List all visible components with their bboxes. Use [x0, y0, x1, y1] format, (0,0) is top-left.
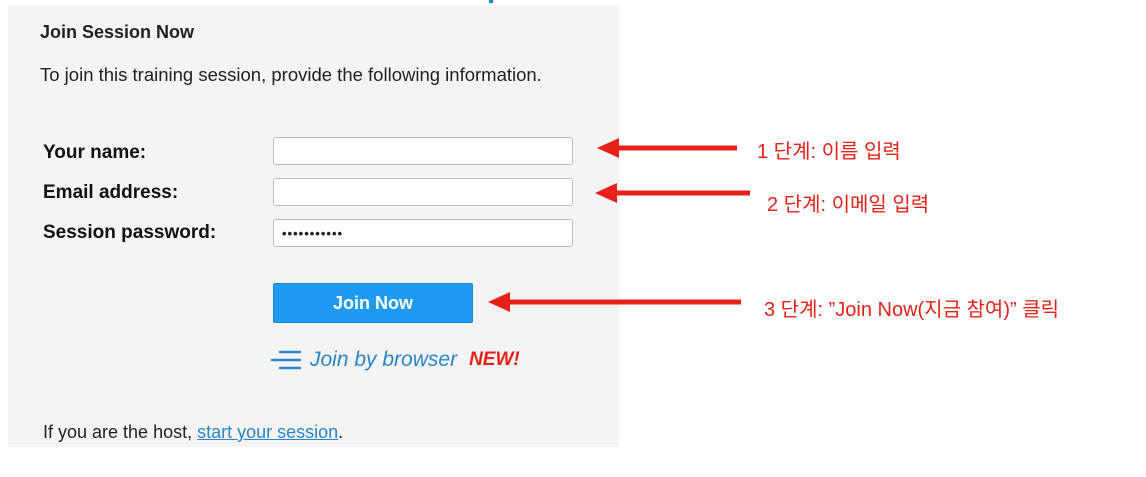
join-by-browser-label: Join by browser	[310, 348, 458, 371]
your-name-input[interactable]	[273, 137, 573, 165]
top-accent-mark	[489, 0, 493, 3]
start-session-link[interactable]: start your session	[197, 422, 338, 442]
step-1-annotation: 1 단계: 이름 입력	[757, 141, 901, 163]
red-left-arrow-icon	[597, 138, 737, 158]
lines-icon	[270, 350, 302, 370]
host-suffix-text: .	[338, 422, 344, 442]
email-address-label: Email address:	[43, 182, 179, 203]
session-password-input[interactable]	[273, 219, 573, 247]
intro-text: To join this training session, provide t…	[40, 64, 542, 85]
host-prefix-text: If you are the host,	[43, 422, 198, 442]
red-left-arrow-icon	[488, 292, 741, 312]
red-left-arrow-icon	[595, 183, 750, 203]
page-title: Join Session Now	[40, 22, 195, 42]
host-line: If you are the host, start your session.	[43, 422, 343, 443]
session-password-label: Session password:	[43, 222, 217, 243]
email-address-input[interactable]	[273, 178, 573, 206]
step-3-annotation: 3 단계: ”Join Now(지금 참여)” 클릭	[764, 299, 1060, 321]
join-by-browser-link[interactable]: Join by browser NEW!	[270, 346, 520, 374]
new-badge: NEW!	[469, 349, 520, 370]
step-2-annotation: 2 단계: 이메일 입력	[767, 194, 930, 216]
screenshot: Join Session Now To join this training s…	[0, 0, 1146, 477]
join-now-button[interactable]: Join Now	[273, 283, 473, 323]
your-name-label: Your name:	[43, 142, 147, 163]
